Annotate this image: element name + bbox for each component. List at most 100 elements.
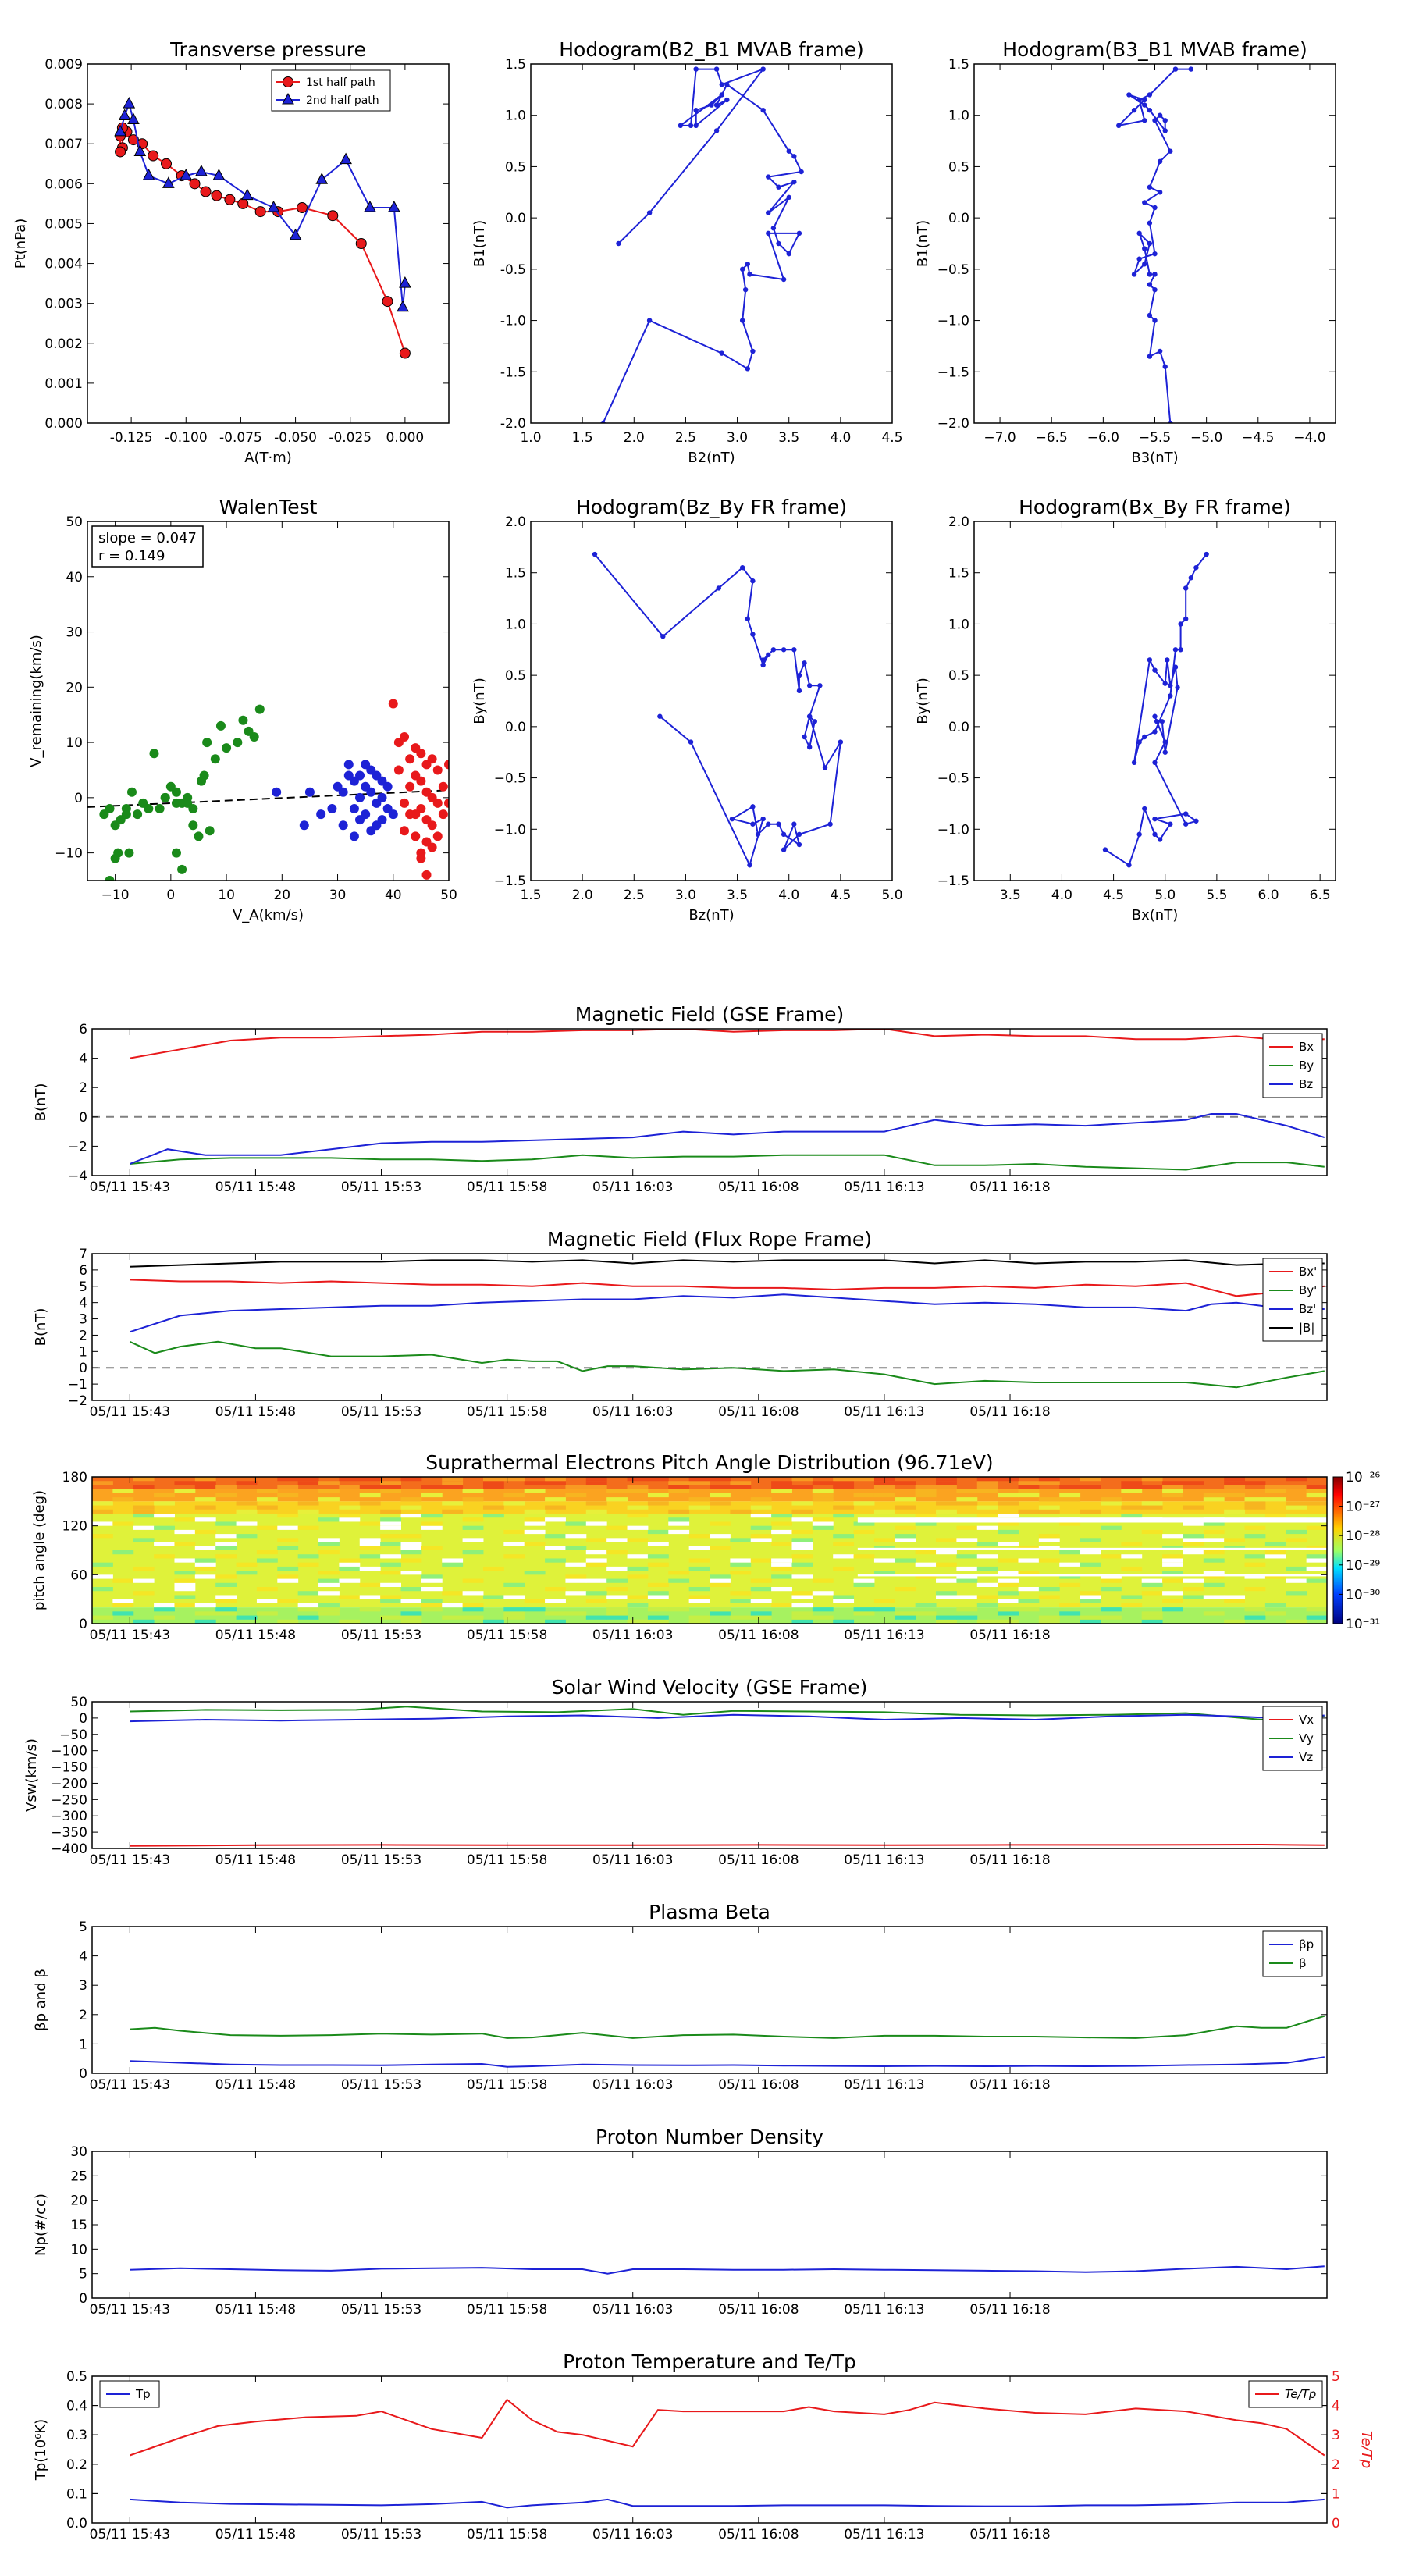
heatmap-cell [277, 1546, 299, 1550]
heatmap-cell [812, 1525, 834, 1530]
heatmap-cell [1306, 1566, 1327, 1571]
heatmap-cell [112, 1578, 134, 1583]
data-point [739, 266, 745, 272]
data-point [709, 102, 714, 108]
heatmap-cell [771, 1566, 792, 1571]
x-tick-label: -0.100 [165, 430, 208, 446]
heatmap-cell [112, 1521, 134, 1526]
heatmap-cell [627, 1574, 649, 1579]
heatmap-cell [400, 1571, 422, 1575]
heatmap-cell [1183, 1578, 1204, 1583]
heatmap-cell [873, 1607, 895, 1612]
heatmap-cell [976, 1582, 998, 1587]
legend-label: Bx' [1299, 1265, 1317, 1279]
data-point [770, 647, 777, 653]
heatmap-cell [277, 1566, 299, 1571]
x-tick-label: 05/11 16:08 [718, 1179, 799, 1195]
heatmap-cell [1286, 1578, 1307, 1583]
heatmap-cell [710, 1493, 731, 1498]
heatmap-cell [1306, 1525, 1327, 1530]
y-tick-label: 5 [79, 1279, 87, 1295]
data-point [693, 107, 699, 113]
heatmap-cell [503, 1611, 525, 1616]
heatmap-cell [133, 1505, 155, 1510]
heatmap-cell [976, 1489, 998, 1493]
heatmap-cell [236, 1562, 258, 1567]
heatmap-cell [1203, 1529, 1225, 1535]
heatmap-cell [524, 1599, 546, 1603]
data-point [716, 585, 721, 591]
scatter-point [411, 831, 421, 841]
heatmap-cell [297, 1501, 319, 1506]
heatmap-cell [174, 1517, 196, 1522]
heatmap-cell [318, 1571, 340, 1575]
heatmap-cell [956, 1554, 978, 1559]
scatter-point [349, 804, 359, 813]
heatmap-cell [565, 1534, 587, 1539]
data-point [760, 657, 766, 663]
scatter-point [238, 715, 248, 725]
heatmap-cell [606, 1566, 628, 1571]
y-tick-label: 0 [79, 1617, 87, 1632]
heatmap-cell [791, 1574, 813, 1579]
heatmap-cell [1162, 1481, 1183, 1485]
heatmap-cell [1203, 1582, 1225, 1587]
heatmap-cell [936, 1562, 957, 1567]
heatmap-cell [1162, 1558, 1183, 1563]
heatmap-cell [154, 1525, 175, 1530]
y-tick-label: 4 [1332, 2399, 1340, 2414]
x-tick-label: 05/11 15:53 [341, 1179, 422, 1195]
pad-panel: 10⁻²⁶ 10⁻²⁷ 10⁻²⁸ 10⁻²⁹ 10⁻³⁰ 10⁻³¹ 05/11 15:4… [31, 1451, 1380, 1643]
heatmap-cell [771, 1574, 792, 1579]
x-tick-label: 05/11 16:08 [718, 1628, 799, 1643]
heatmap-cell [1080, 1615, 1101, 1620]
heatmap-cell [812, 1607, 834, 1612]
data-point [781, 276, 787, 283]
heatmap-cell [853, 1578, 875, 1583]
data-point [1152, 831, 1158, 838]
heatmap-cell [1121, 1481, 1143, 1485]
legend-label: Vx [1299, 1713, 1314, 1727]
heatmap-cell [647, 1607, 669, 1612]
y-tick-label: 1 [79, 2037, 87, 2052]
y-tick-label: −1 [68, 1377, 87, 1393]
heatmap-cell [318, 1517, 340, 1522]
y-tick-label: −150 [51, 1760, 87, 1776]
data-point [399, 347, 411, 359]
x-tick-label: 50 [440, 888, 457, 903]
heatmap-cell [956, 1595, 978, 1599]
heatmap-cell [359, 1521, 381, 1526]
y-axis-label: By(nT) [471, 678, 488, 724]
data-point [1183, 821, 1189, 827]
x-tick-label: 05/11 15:58 [467, 1852, 547, 1868]
heatmap-cell [545, 1599, 566, 1603]
y-tick-label: 20 [70, 2194, 87, 2209]
heatmap-cell [833, 1481, 855, 1485]
heatmap-cell [895, 1481, 916, 1485]
scatter-point [133, 809, 143, 820]
x-tick-label: 40 [385, 888, 402, 903]
legend-marker [283, 76, 293, 87]
y-tick-label: 6 [79, 1022, 87, 1037]
heatmap-cell [442, 1562, 464, 1567]
heatmap-cell [998, 1591, 1019, 1596]
heatmap-cell [998, 1599, 1019, 1603]
heatmap-cell [565, 1591, 587, 1596]
heatmap-cell [1100, 1501, 1122, 1506]
heatmap-cell [174, 1489, 196, 1493]
heatmap-cell [1038, 1615, 1060, 1620]
heatmap-cell [112, 1611, 134, 1616]
y-tick-label: 1 [1332, 2486, 1340, 2502]
heatmap-cell [359, 1477, 381, 1482]
heatmap-cell [194, 1477, 216, 1482]
y-tick-label: 0.006 [44, 176, 83, 192]
data-point [760, 66, 766, 72]
y-tick-label: −400 [51, 1841, 87, 1857]
heatmap-cell [976, 1485, 998, 1489]
heatmap-cell [1100, 1607, 1122, 1612]
y-tick-label: 5 [79, 2267, 87, 2282]
heatmap-cell [112, 1497, 134, 1502]
data-point [1183, 585, 1189, 591]
heatmap-cell [1244, 1587, 1266, 1592]
y-axis-label: Pt(nPa) [12, 219, 29, 269]
